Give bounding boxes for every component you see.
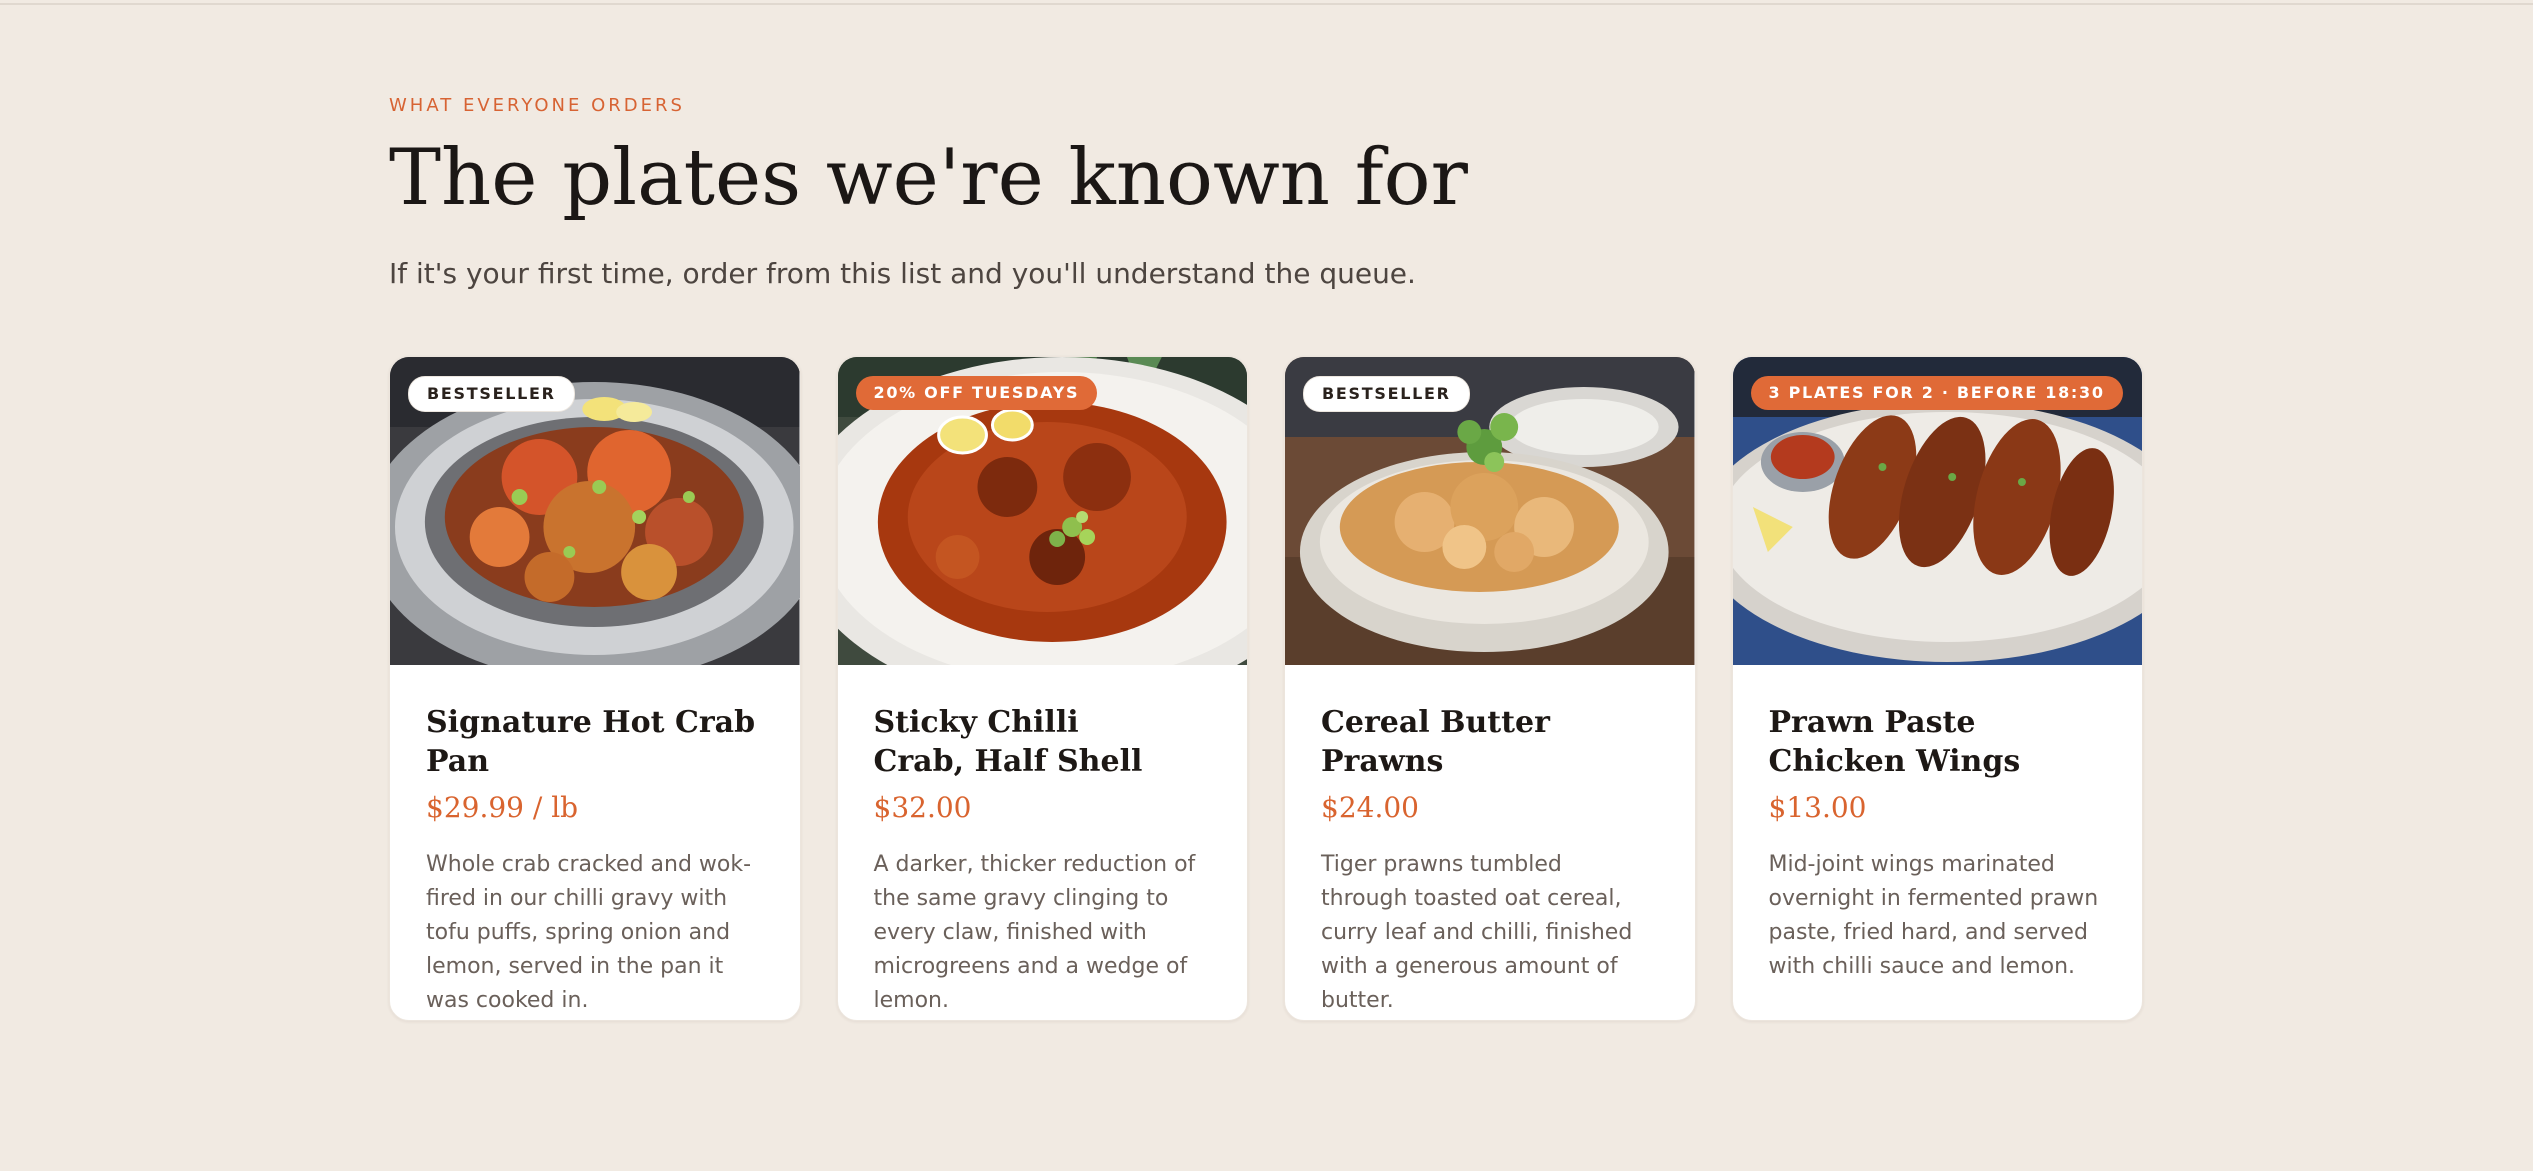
dish-name-line: Cereal Butter Prawns: [1321, 705, 1550, 779]
dish-card-sticky-chilli-crab[interactable]: 20% OFF TUESDAYS Sticky Chilli Crab, Hal…: [836, 356, 1248, 1021]
dish-card-body: Signature Hot Crab Pan $29.99 / lb Whole…: [390, 665, 800, 1018]
dish-price: $32.00: [873, 791, 972, 824]
dish-price: $29.99 / lb: [426, 791, 579, 824]
hot-crab-pan-photo: BESTSELLER: [390, 357, 800, 665]
section-eyebrow: WHAT EVERYONE ORDERS: [389, 95, 685, 116]
dish-price: $24.00: [1321, 791, 1419, 824]
dish-card-hot-crab-pan[interactable]: BESTSELLER Signature Hot Crab Pan $29.99…: [389, 356, 801, 1021]
chicken-wings-photo: 3 PLATES FOR 2 · BEFORE 18:30: [1732, 357, 2142, 665]
dish-description: Whole crab cracked and wok-fired in our …: [426, 852, 752, 1013]
dish-name: Prawn Paste Chicken Wings: [1769, 703, 2107, 781]
dish-card-body: Prawn Paste Chicken Wings $13.00 Mid-joi…: [1733, 665, 2143, 984]
dish-name-line: Crab, Half Shell: [873, 744, 1143, 779]
bestseller-badge: BESTSELLER: [408, 376, 575, 412]
bestseller-badge: BESTSELLER: [1303, 376, 1470, 412]
dish-name-line: Sticky Chilli: [873, 705, 1079, 740]
section-title: The plates we're known for: [389, 133, 1468, 223]
dish-name-line: Chicken Wings: [1768, 744, 2021, 779]
dish-name: Cereal Butter Prawns: [1321, 703, 1659, 781]
top-divider: [0, 3, 2533, 5]
dish-name-line: Signature Hot Crab Pan: [426, 705, 756, 779]
dish-description: A darker, thicker reduction of the same …: [873, 852, 1196, 1013]
cereal-prawns-photo: BESTSELLER: [1285, 357, 1695, 665]
promo-badge: 3 PLATES FOR 2 · BEFORE 18:30: [1750, 376, 2123, 410]
dish-description: Tiger prawns tumbled through toasted oat…: [1321, 852, 1633, 1013]
dish-name: Signature Hot Crab Pan: [426, 703, 764, 781]
chilli-crab-photo: 20% OFF TUESDAYS: [837, 357, 1247, 665]
dish-name: Sticky Chilli Crab, Half Shell: [874, 703, 1212, 781]
dish-card-body: Cereal Butter Prawns $24.00 Tiger prawns…: [1285, 665, 1695, 1018]
promo-badge: 20% OFF TUESDAYS: [855, 376, 1098, 410]
dish-card-body: Sticky Chilli Crab, Half Shell $32.00 A …: [838, 665, 1248, 1018]
section-subtitle: If it's your first time, order from this…: [389, 257, 1416, 290]
dish-description: Mid-joint wings marinated overnight in f…: [1768, 852, 2099, 979]
dish-card-list: BESTSELLER Signature Hot Crab Pan $29.99…: [389, 356, 2143, 1021]
dish-card-cereal-butter-prawns[interactable]: BESTSELLER Cereal Butter Prawns $24.00 T…: [1284, 356, 1696, 1021]
dish-price: $13.00: [1768, 791, 1867, 824]
dish-card-prawn-paste-chicken-wings[interactable]: 3 PLATES FOR 2 · BEFORE 18:30 Prawn Past…: [1731, 356, 2143, 1021]
dish-name-line: Prawn Paste: [1768, 705, 1976, 740]
